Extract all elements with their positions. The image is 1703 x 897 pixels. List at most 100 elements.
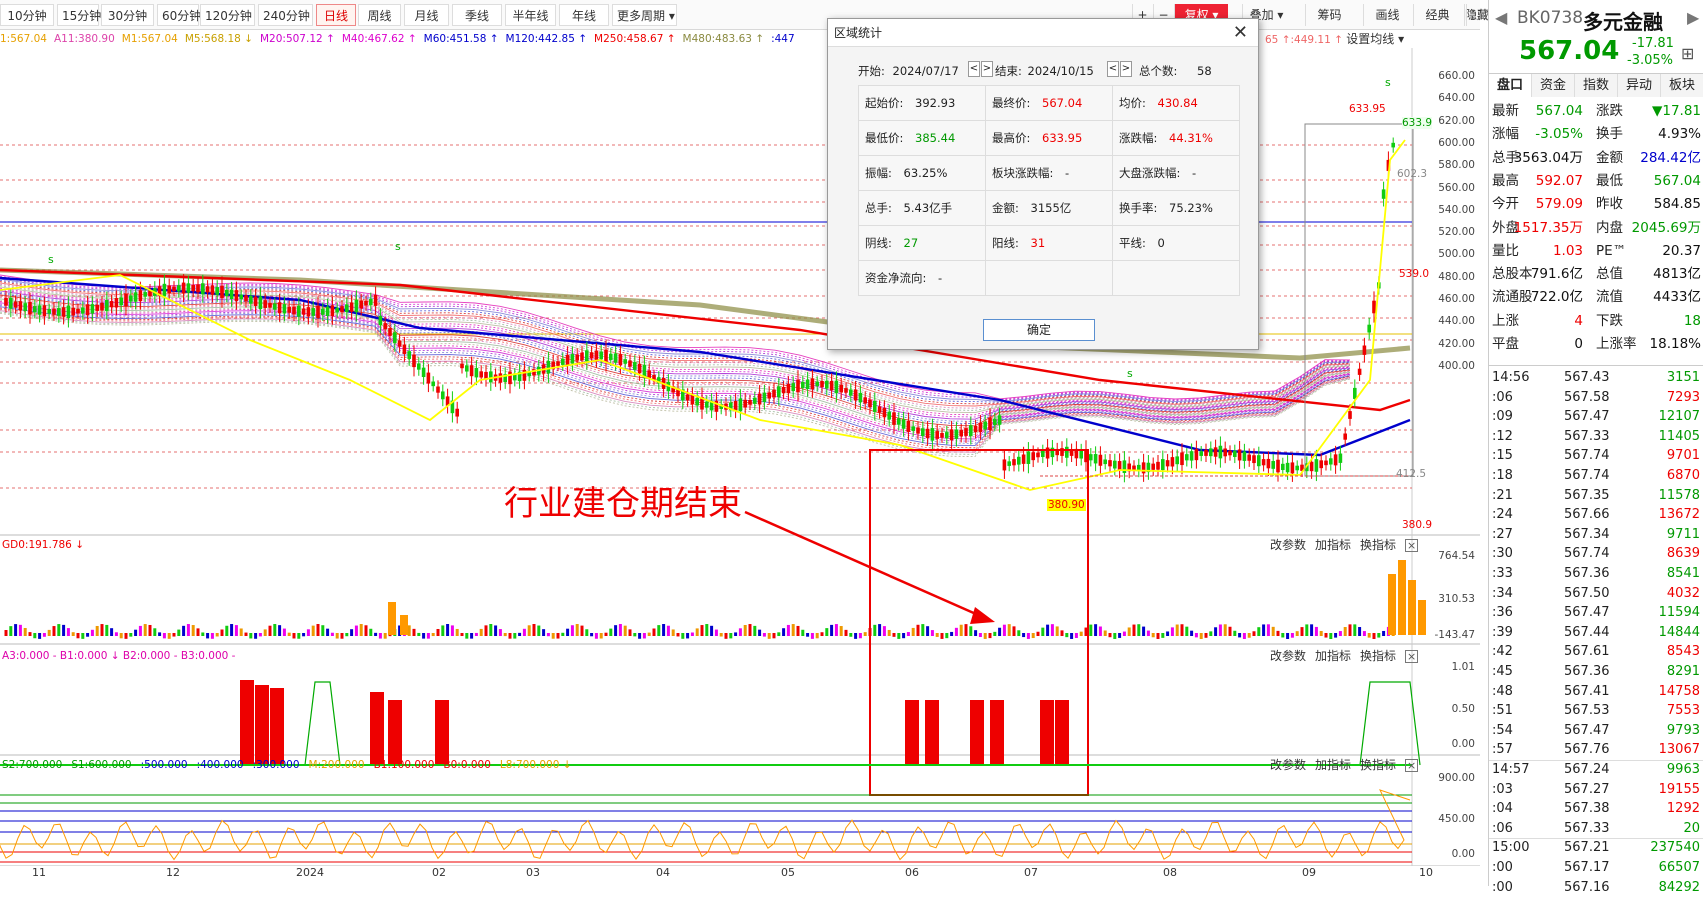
set-ma-button[interactable]: 设置均线 ▾	[1346, 32, 1404, 46]
candle-body	[455, 408, 459, 417]
panel3-axis-top: 900.00	[1438, 772, 1475, 784]
panel-ctl-1[interactable]: 加指标	[1315, 538, 1351, 552]
sidebar-tab-4[interactable]: 板块	[1661, 74, 1703, 97]
forward-arrow-icon[interactable]: ▶	[1687, 8, 1699, 27]
candle-body	[887, 411, 891, 420]
end-prev-button[interactable]: <	[1107, 61, 1119, 77]
period-tab-3[interactable]: 60分钟	[157, 4, 201, 26]
toolbar-right-5[interactable]: 画线	[1363, 4, 1411, 26]
candle-body	[421, 367, 426, 378]
panel-ctl-1[interactable]: 加指标	[1315, 758, 1351, 772]
expand-icon[interactable]: ⛶	[1466, 4, 1486, 26]
quote-label: 最新	[1492, 103, 1519, 119]
period-tab-10[interactable]: 半年线	[505, 4, 556, 26]
panel-ctl-1[interactable]: 加指标	[1315, 649, 1351, 663]
panel-close-icon[interactable]: ×	[1405, 759, 1419, 772]
end-next-button[interactable]: >	[1120, 61, 1132, 77]
ma-item-8: M250:458.67 ↑	[594, 33, 676, 45]
start-prev-button[interactable]: <	[968, 61, 980, 77]
candle-body	[1329, 458, 1333, 465]
candle-body	[177, 285, 181, 292]
back-arrow-icon[interactable]: ◀	[1495, 8, 1507, 27]
macd-bar	[974, 630, 978, 636]
stats-label: 最高价:	[992, 131, 1031, 145]
sidebar-tab-0[interactable]: 盘口	[1489, 74, 1532, 97]
candle-body	[1290, 462, 1295, 474]
candle-body	[263, 300, 267, 308]
period-tab-12[interactable]: 更多周期 ▾	[612, 4, 677, 26]
start-date: 2024/07/17	[892, 64, 959, 78]
macd-bar	[801, 629, 805, 636]
divider	[1489, 760, 1703, 761]
macd-bar	[196, 628, 200, 636]
dialog-close-button[interactable]: ✕	[1233, 19, 1248, 47]
panel-ctl-0[interactable]: 改参数	[1270, 758, 1306, 772]
macd-bar	[551, 633, 555, 639]
period-tab-11[interactable]: 年线	[559, 4, 609, 26]
macd-bar	[359, 624, 363, 636]
period-tab-7[interactable]: 周线	[358, 4, 401, 26]
start-next-button[interactable]: >	[981, 61, 993, 77]
candle-body	[162, 283, 167, 297]
quote-value: 1.03	[1552, 242, 1583, 259]
candle-body	[277, 302, 282, 314]
sidebar-tab-2[interactable]: 指数	[1575, 74, 1618, 97]
period-tab-9[interactable]: 季线	[452, 4, 502, 26]
candle-body	[81, 307, 85, 314]
count-row: 总个数: 58	[1139, 63, 1212, 79]
ok-button[interactable]: 确定	[983, 319, 1095, 341]
candle-body	[748, 400, 752, 405]
panel-ctl-2[interactable]: 换指标	[1360, 649, 1396, 663]
macd-bar	[614, 625, 618, 636]
period-tab-2[interactable]: 30分钟	[101, 4, 154, 26]
candle-body	[1276, 459, 1280, 473]
grid-icon[interactable]: ⊞	[1681, 44, 1694, 63]
period-tab-0[interactable]: 10分钟	[0, 4, 54, 26]
panel3-controls: 改参数 加指标 换指标 ×	[1270, 756, 1427, 773]
panel-ctl-2[interactable]: 换指标	[1360, 538, 1396, 552]
candle-body	[949, 429, 954, 441]
candle-body	[1021, 454, 1026, 464]
macd-bar	[1074, 633, 1078, 638]
date-tick: 2024	[296, 866, 324, 879]
candle-body	[1309, 461, 1314, 472]
toolbar-right-6[interactable]: 经典	[1413, 4, 1461, 26]
macd-bar	[143, 624, 147, 636]
panel-ctl-2[interactable]: 换指标	[1360, 758, 1396, 772]
period-tab-8[interactable]: 月线	[404, 4, 449, 26]
macd-bar	[892, 633, 896, 637]
toolbar-right-4[interactable]: 筹码	[1305, 4, 1353, 26]
panel3-item-3: :400.000	[196, 759, 244, 771]
candle-body	[993, 418, 997, 425]
tick-time: :15	[1492, 448, 1513, 464]
period-tab-1[interactable]: 15分钟	[57, 4, 101, 26]
macd-bar	[1065, 633, 1069, 638]
macd-bar	[906, 632, 910, 636]
signal-bar	[905, 700, 919, 765]
panel-ctl-0[interactable]: 改参数	[1270, 649, 1306, 663]
candle-body	[829, 380, 834, 391]
sidebar-tab-1[interactable]: 资金	[1532, 74, 1575, 97]
period-tab-4[interactable]: 120分钟	[200, 4, 255, 26]
signal-trace	[304, 681, 341, 766]
period-tab-6[interactable]: 日线	[316, 4, 356, 26]
tick-volume: 237540	[1650, 840, 1700, 856]
panel-ctl-0[interactable]: 改参数	[1270, 538, 1306, 552]
tick-time: :27	[1492, 526, 1513, 542]
period-tab-5[interactable]: 240分钟	[258, 4, 313, 26]
signal-bar	[1055, 700, 1069, 765]
macd-bar	[489, 624, 493, 636]
quote-value: 4.93%	[1658, 126, 1701, 143]
candle-body	[1266, 458, 1271, 469]
tick-volume: 6870	[1666, 468, 1700, 483]
date-tick: 03	[526, 866, 540, 879]
sidebar-tab-3[interactable]: 异动	[1618, 74, 1661, 97]
price-tick: 420.00	[1438, 337, 1475, 350]
tick-row: :36 567.47 11594	[1489, 603, 1703, 623]
tick-price: 567.74	[1564, 468, 1610, 483]
price-tick: 660.00	[1438, 70, 1475, 82]
tick-volume: 8291	[1666, 664, 1700, 679]
stats-value: 633.95	[1038, 131, 1083, 145]
macd-bar	[239, 628, 243, 636]
tick-price: 567.74	[1564, 546, 1610, 562]
